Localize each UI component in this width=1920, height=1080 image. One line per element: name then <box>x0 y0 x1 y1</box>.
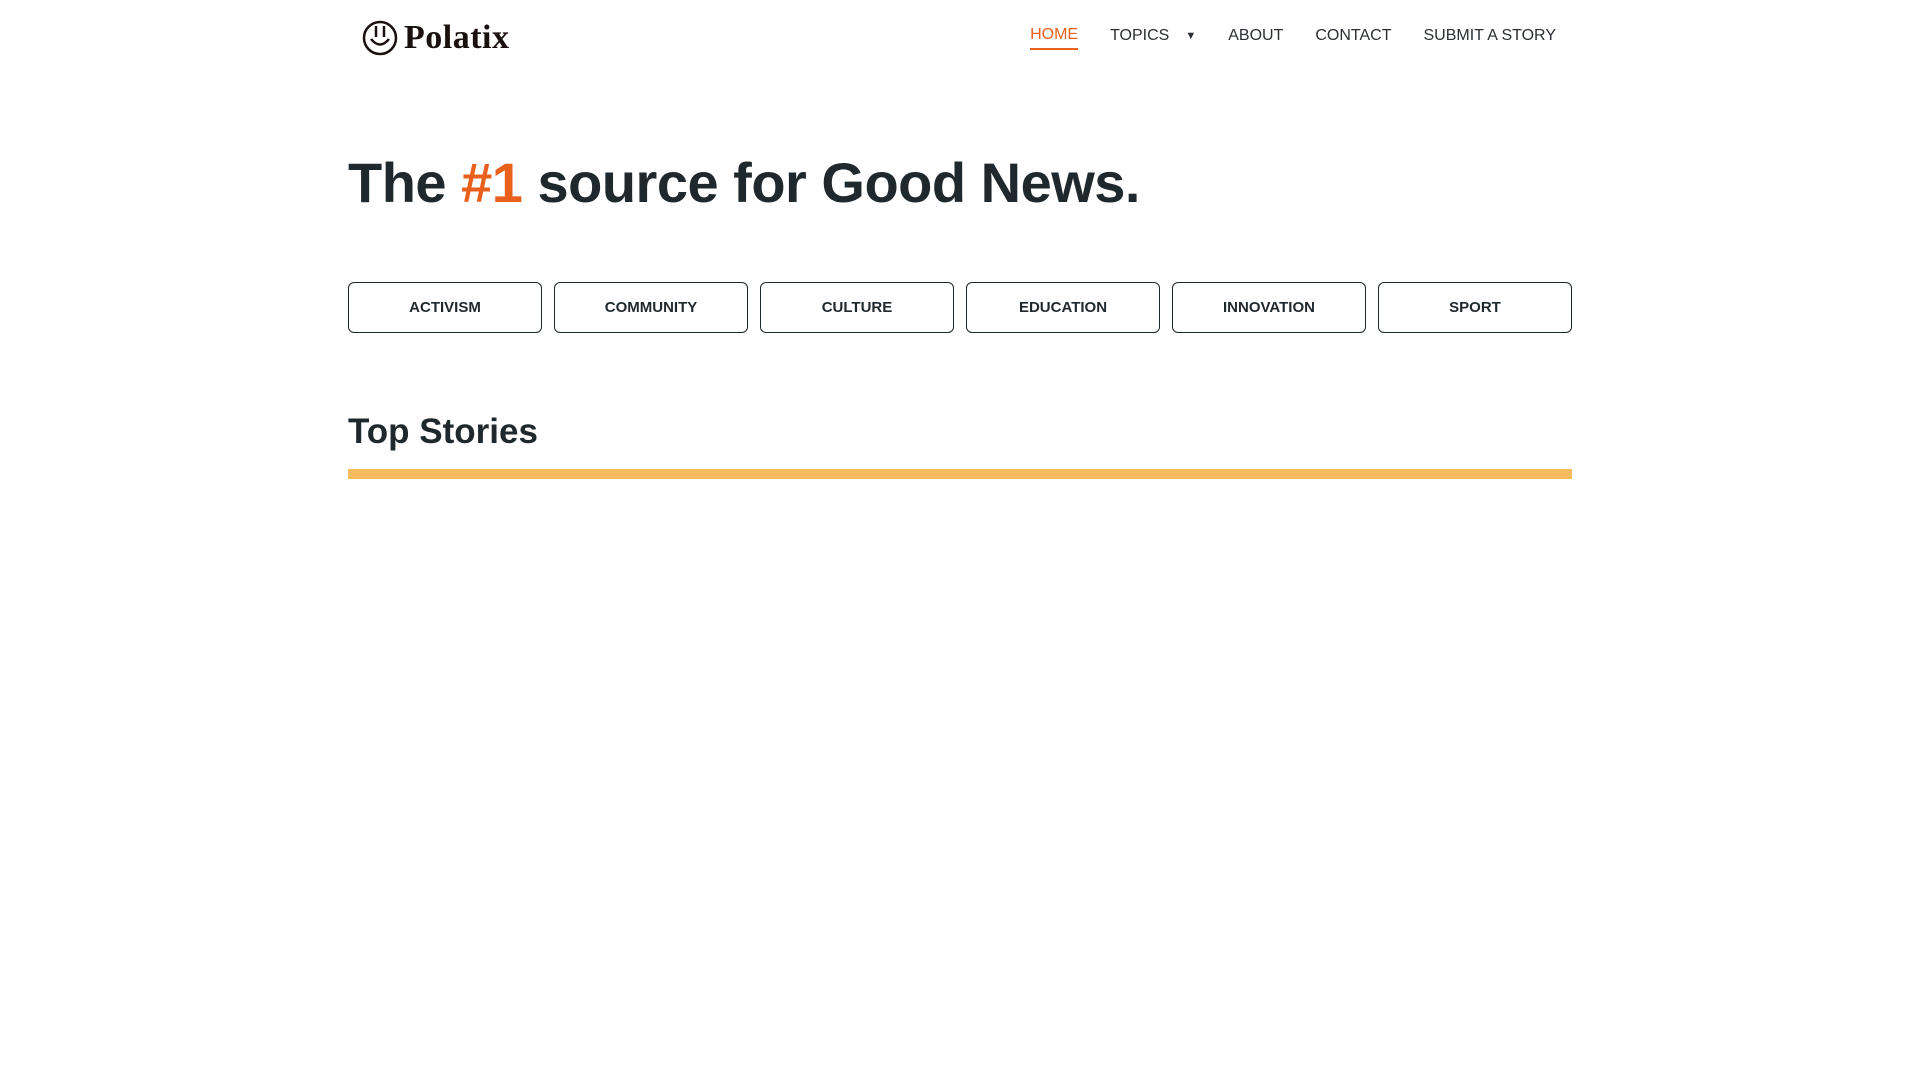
category-buttons: ACTIVISM COMMUNITY CULTURE EDUCATION INN… <box>348 282 1572 333</box>
nav-contact[interactable]: CONTACT <box>1315 27 1391 49</box>
category-culture-button[interactable]: CULTURE <box>760 282 954 333</box>
top-stories-heading: Top Stories <box>348 412 538 451</box>
site-header: Polatix HOME TOPICS ▼ ABOUT CONTACT SUBMI… <box>348 0 1572 80</box>
nav-topics[interactable]: TOPICS ▼ <box>1110 27 1196 49</box>
logo[interactable]: Polatix <box>362 18 509 58</box>
hero-accent: #1 <box>461 151 523 214</box>
nav-topics-label: TOPICS <box>1110 27 1170 44</box>
caret-down-icon: ▼ <box>1185 30 1197 42</box>
main-nav: HOME TOPICS ▼ ABOUT CONTACT SUBMIT A STOR… <box>1030 26 1556 50</box>
category-sport-button[interactable]: SPORT <box>1378 282 1572 333</box>
category-activism-button[interactable]: ACTIVISM <box>348 282 542 333</box>
smiley-logo-icon <box>362 20 398 56</box>
category-innovation-button[interactable]: INNOVATION <box>1172 282 1366 333</box>
hero-headline: The #1 source for Good News. <box>348 150 1140 215</box>
nav-submit-story[interactable]: SUBMIT A STORY <box>1424 27 1557 49</box>
nav-home[interactable]: HOME <box>1030 26 1079 50</box>
nav-about[interactable]: ABOUT <box>1228 27 1283 49</box>
section-divider <box>348 469 1572 479</box>
hero-suffix: source for Good News. <box>522 151 1140 214</box>
category-education-button[interactable]: EDUCATION <box>966 282 1160 333</box>
category-community-button[interactable]: COMMUNITY <box>554 282 748 333</box>
hero-prefix: The <box>348 151 462 214</box>
logo-text: Polatix <box>404 19 510 56</box>
